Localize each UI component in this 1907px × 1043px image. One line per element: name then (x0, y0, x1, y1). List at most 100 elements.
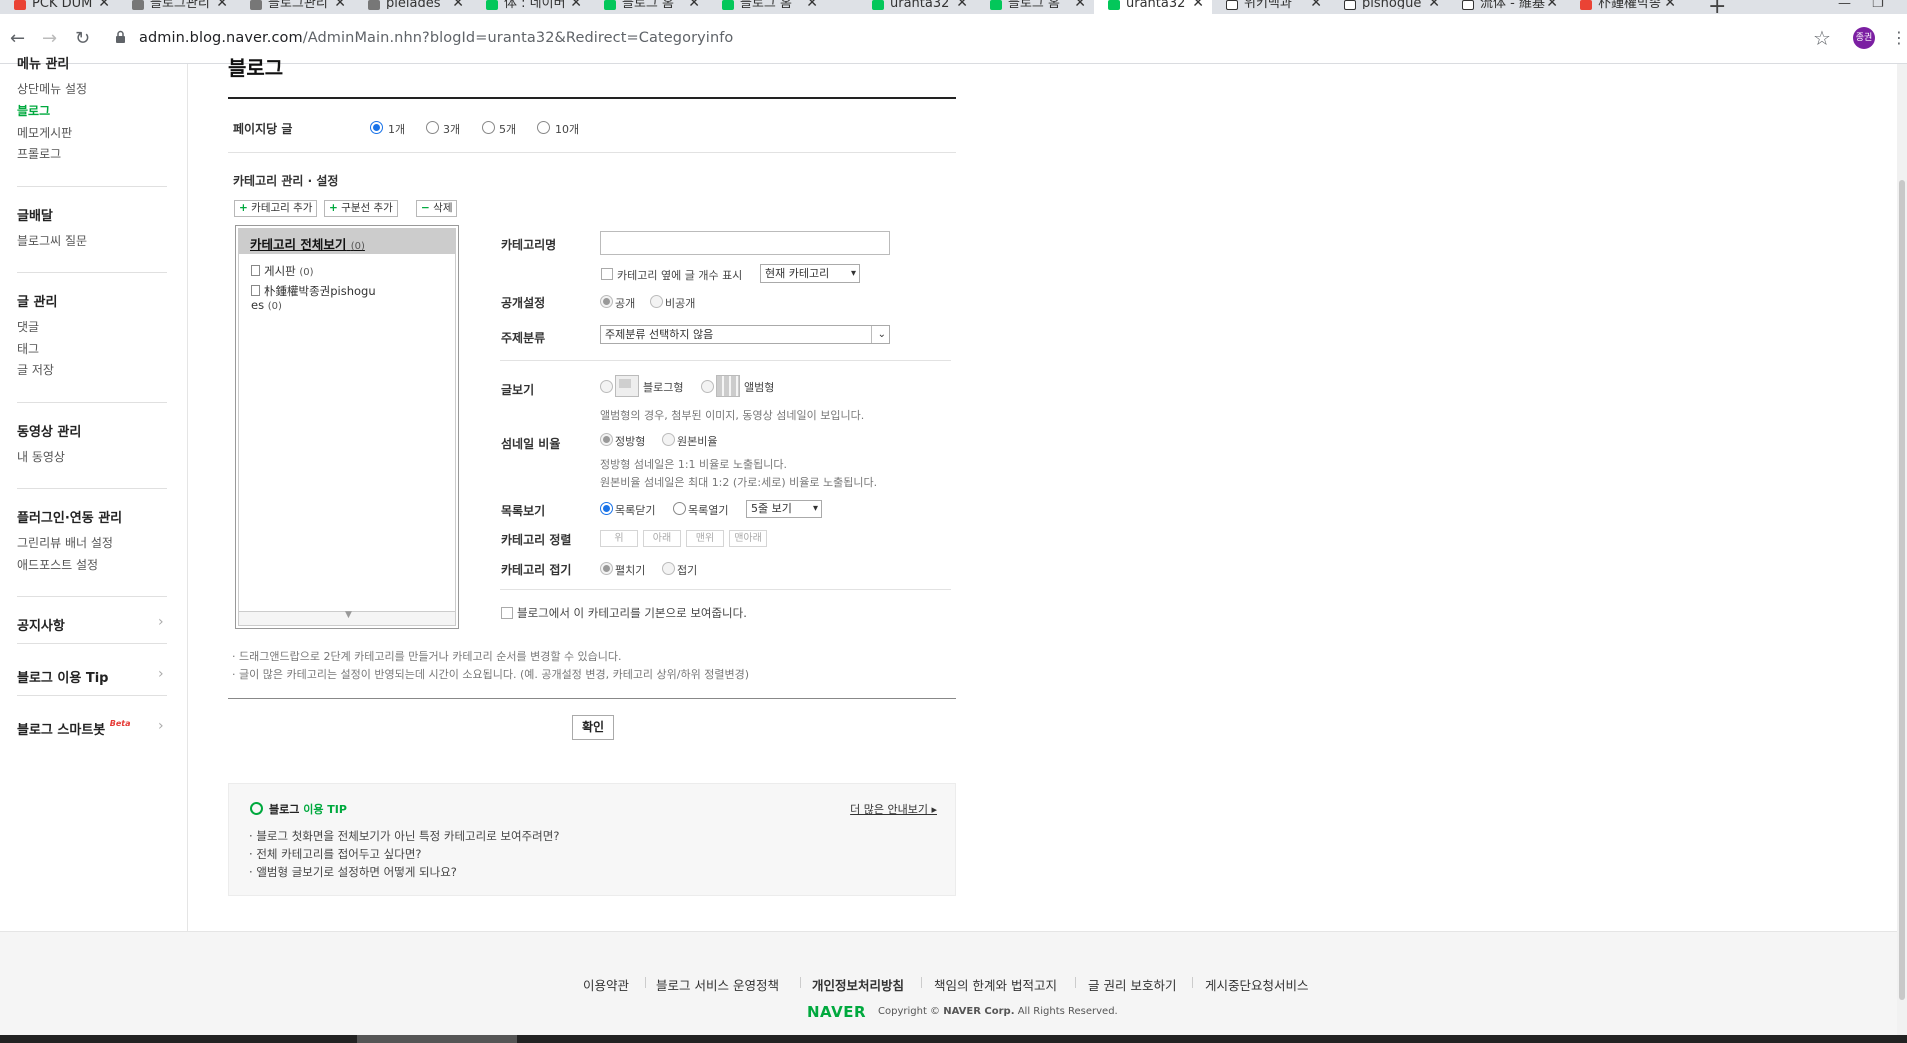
radio-public[interactable] (600, 295, 613, 308)
tree-item-board[interactable]: 게시판 (0) (251, 264, 314, 280)
add-divider-button[interactable]: + 구분선 추가 (324, 200, 398, 217)
lock-icon[interactable] (115, 30, 126, 44)
close-tab-icon[interactable]: ✕ (1192, 0, 1204, 10)
footer-link-takedown[interactable]: 게시중단요청서비스 (1205, 975, 1309, 994)
radio-album-view[interactable] (701, 380, 714, 393)
url-field[interactable]: admin.blog.naver.com/AdminMain.nhn?blogI… (139, 30, 733, 46)
tip-item[interactable]: · 전체 카테고리를 접어두고 싶다면? (249, 846, 422, 862)
sidebar-item-prologue[interactable]: 프롤로그 (17, 145, 61, 162)
footer-link-disclaimer[interactable]: 책임의 한계와 법적고지 (934, 975, 1057, 994)
browser-tab[interactable]: 流体 - 維基 ✕ (1448, 0, 1566, 14)
sidebar-item-my-video[interactable]: 내 동영상 (17, 448, 65, 465)
add-category-button[interactable]: + 카테고리 추가 (234, 200, 318, 217)
close-tab-icon[interactable]: ✕ (1310, 0, 1322, 10)
radio-private[interactable] (650, 295, 663, 308)
tip-item[interactable]: · 블로그 첫화면을 전체보기가 아닌 특정 카테고리로 보여주려면? (249, 828, 559, 844)
sidebar-item-adpost[interactable]: 애드포스트 설정 (17, 556, 98, 573)
footer-link-terms[interactable]: 이용약관 (583, 975, 629, 994)
browser-menu-icon[interactable]: ⋮ (1891, 28, 1907, 47)
sort-down-button[interactable]: 아래 (643, 530, 681, 547)
minus-icon: − (421, 202, 430, 214)
browser-tab[interactable]: 블로그 홈 ✕ (976, 0, 1094, 14)
new-tab-icon[interactable]: + (1708, 0, 1726, 14)
horizontal-scrollbar[interactable] (0, 1035, 1907, 1043)
tree-scroll-handle[interactable]: ▼ (239, 610, 455, 625)
close-tab-icon[interactable]: ✕ (1428, 0, 1440, 10)
sidebar-item-greenreview[interactable]: 그린리뷰 배너 설정 (17, 534, 113, 551)
sidebar-item-tags[interactable]: 태그 (17, 340, 39, 357)
sidebar-item-memo-board[interactable]: 메모게시판 (17, 124, 72, 141)
browser-tab[interactable]: 体 : 네이버 ✕ (472, 0, 590, 14)
browser-tab-active[interactable]: uranta32 ✕ (1094, 0, 1212, 14)
close-tab-icon[interactable]: ✕ (452, 0, 464, 10)
browser-tab[interactable]: 朴鍾權박종 ✕ (1566, 0, 1684, 14)
naver-logo[interactable]: NAVER (807, 1003, 866, 1021)
close-tab-icon[interactable]: ✕ (570, 0, 582, 10)
close-tab-icon[interactable]: ✕ (688, 0, 700, 10)
close-tab-icon[interactable]: ✕ (334, 0, 346, 10)
radio-square[interactable] (600, 433, 613, 446)
footer-link-rights[interactable]: 글 권리 보호하기 (1088, 975, 1176, 994)
sidebar-item-blog[interactable]: 블로그 (17, 102, 50, 119)
radio-blog-view[interactable] (600, 380, 613, 393)
close-tab-icon[interactable]: ✕ (1546, 0, 1558, 10)
vertical-scroll-thumb[interactable] (1899, 180, 1905, 1000)
radio-expand[interactable] (600, 562, 613, 575)
sidebar-item-save-posts[interactable]: 글 저장 (17, 361, 54, 378)
sort-top-button[interactable]: 맨위 (686, 530, 724, 547)
radio-original[interactable] (662, 433, 675, 446)
maximize-icon[interactable]: ❐ (1872, 0, 1884, 11)
radio-per-page-1[interactable] (370, 121, 383, 134)
reload-icon[interactable]: ↻ (75, 28, 90, 49)
close-tab-icon[interactable]: ✕ (806, 0, 818, 10)
sort-bottom-button[interactable]: 맨아래 (729, 530, 767, 547)
radio-list-closed[interactable] (600, 502, 613, 515)
tree-item-pishogues[interactable]: 朴鍾權박종권pishogu es (0) (251, 284, 376, 314)
browser-tab[interactable]: 블로그관리 ✕ (118, 0, 236, 14)
close-tab-icon[interactable]: ✕ (98, 0, 110, 10)
sidebar-item-comments[interactable]: 댓글 (17, 318, 39, 335)
radio-per-page-3[interactable] (426, 121, 439, 134)
browser-tab[interactable]: 블로그관리 ✕ (236, 0, 354, 14)
tip-item[interactable]: · 앨범형 글보기로 설정하면 어떻게 되나요? (249, 864, 457, 880)
forward-icon[interactable]: → (42, 28, 57, 49)
browser-tab[interactable]: 블로그 홈 ✕ (590, 0, 708, 14)
close-tab-icon[interactable]: ✕ (216, 0, 228, 10)
show-count-select[interactable]: 현재 카테고리 ▾ (760, 264, 860, 283)
radio-fold[interactable] (662, 562, 675, 575)
horizontal-scroll-thumb[interactable] (357, 1035, 517, 1043)
browser-tab[interactable]: 위키백과 ✕ (1212, 0, 1330, 14)
default-category-checkbox[interactable] (501, 607, 513, 619)
delete-button[interactable]: − 삭제 (416, 200, 458, 217)
sidebar-item-top-menu[interactable]: 상단메뉴 설정 (17, 80, 87, 97)
more-guide-link[interactable]: 더 많은 안내보기 ▸ (850, 801, 937, 817)
profile-avatar[interactable]: 종권 (1853, 27, 1875, 49)
sort-up-button[interactable]: 위 (600, 530, 638, 547)
footer-link-privacy[interactable]: 개인정보처리방침 (812, 975, 904, 994)
tree-root-row[interactable]: 카테고리 전체보기 (0) (239, 229, 455, 254)
browser-tab[interactable]: 블로그 홈 ✕ (708, 0, 826, 14)
sidebar-item-blogger-question[interactable]: 블로그씨 질문 (17, 232, 87, 249)
footer-link-policy[interactable]: 블로그 서비스 운영정책 (656, 975, 779, 994)
browser-tab[interactable]: pishogue ✕ (1330, 0, 1448, 14)
sidebar-link-tip[interactable]: 블로그 이용 Tip (17, 667, 108, 686)
back-icon[interactable]: ← (10, 28, 25, 49)
minimize-icon[interactable]: — (1838, 0, 1851, 11)
show-count-checkbox[interactable] (601, 268, 613, 280)
topic-select[interactable]: 주제분류 선택하지 않음 ⌄ (600, 325, 890, 344)
radio-per-page-10[interactable] (537, 121, 550, 134)
browser-tab[interactable]: uranta32 ✕ (858, 0, 976, 14)
close-tab-icon[interactable]: ✕ (1074, 0, 1086, 10)
radio-list-open[interactable] (673, 502, 686, 515)
list-rows-select[interactable]: 5줄 보기 ▾ (746, 500, 822, 518)
sidebar-link-notice[interactable]: 공지사항 (17, 615, 65, 634)
confirm-button[interactable]: 확인 (572, 715, 614, 740)
radio-per-page-5[interactable] (482, 121, 495, 134)
category-name-input[interactable] (600, 231, 890, 255)
close-tab-icon[interactable]: ✕ (1664, 0, 1676, 10)
sidebar-link-smartbot[interactable]: 블로그 스마트봇 Beta (17, 719, 131, 738)
close-tab-icon[interactable]: ✕ (956, 0, 968, 10)
bookmark-star-icon[interactable]: ☆ (1813, 26, 1831, 50)
browser-tab[interactable]: pleiades ✕ (354, 0, 472, 14)
browser-tab[interactable]: PCK DUM ✕ (0, 0, 118, 14)
